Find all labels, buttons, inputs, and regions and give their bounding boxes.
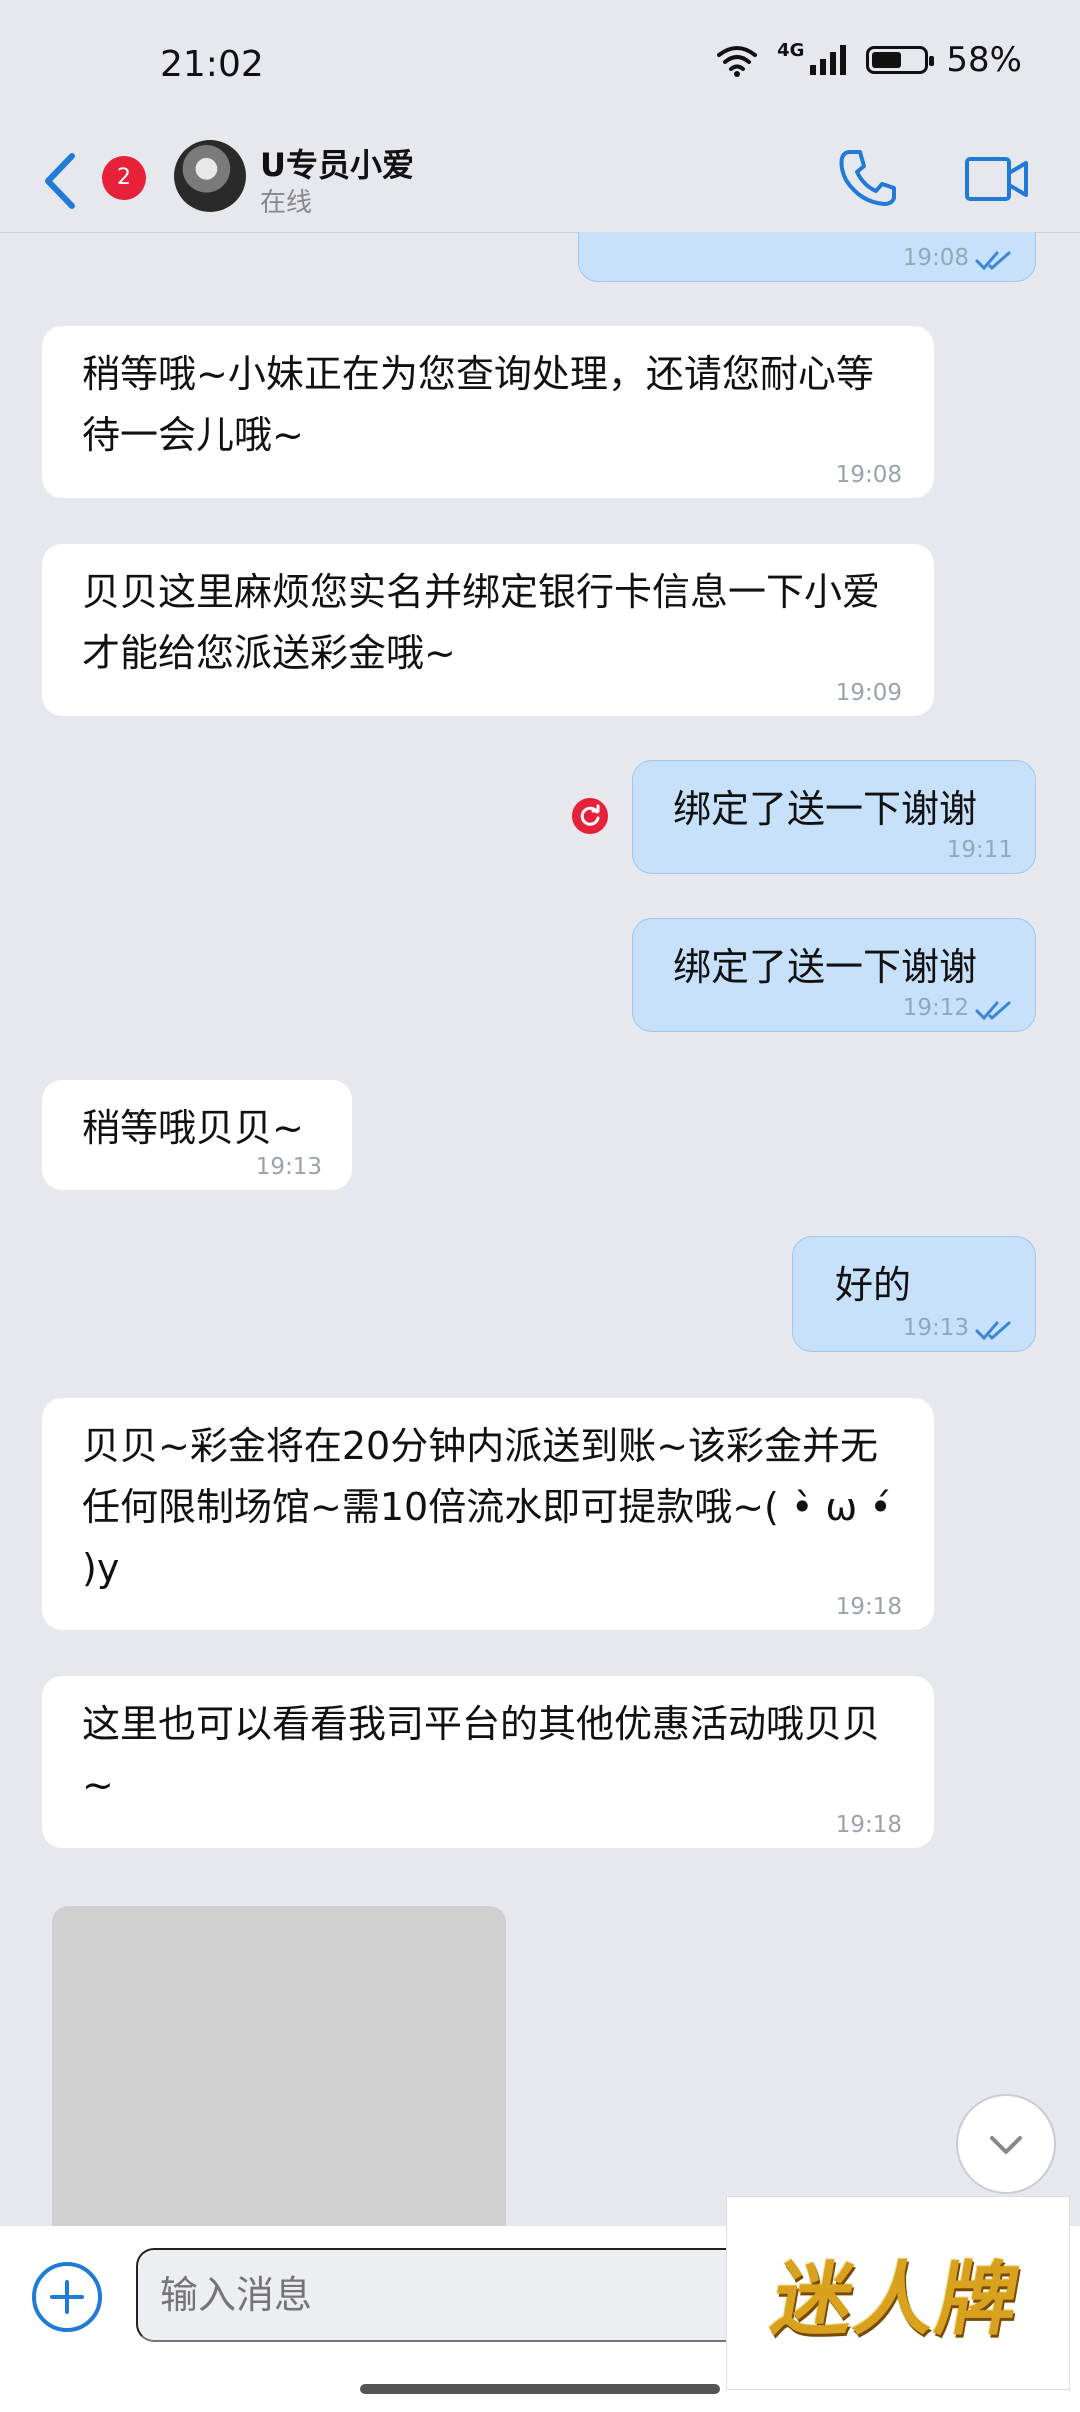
read-check-icon: [975, 1001, 1011, 1021]
message-time: 19:08: [835, 462, 902, 488]
message-text: 稍等哦贝贝~: [82, 1106, 304, 1150]
message-bubble-incoming[interactable]: 稍等哦~小妹正在为您查询处理，还请您耐心等待一会儿哦~ 19:08: [42, 326, 934, 498]
resend-failed-icon[interactable]: [572, 798, 608, 834]
message-time: 19:13: [902, 1315, 969, 1341]
message-time: 19:13: [255, 1154, 322, 1180]
chevron-down-icon: [990, 2136, 1022, 2154]
read-check-icon: [975, 251, 1011, 271]
message-text: 绑定了送一下谢谢: [673, 787, 978, 831]
message-bubble-outgoing[interactable]: 19:08: [578, 232, 1036, 282]
avatar[interactable]: [174, 140, 246, 212]
message-time: 19:08: [902, 245, 969, 271]
status-time: 21:02: [160, 44, 264, 85]
chat-header: 2 U专员小爱 在线: [0, 136, 1080, 233]
message-bubble-outgoing[interactable]: 绑定了送一下谢谢 19:12: [632, 918, 1036, 1032]
scroll-to-bottom-button[interactable]: [956, 2094, 1056, 2194]
message-time: 19:11: [946, 837, 1013, 863]
back-icon[interactable]: [36, 148, 86, 214]
signal-icon: [810, 45, 847, 75]
home-indicator[interactable]: [360, 2384, 720, 2394]
network-type: 4G: [777, 40, 805, 61]
message-text: 好的: [835, 1263, 912, 1307]
message-time: 19:18: [835, 1812, 902, 1838]
message-bubble-incoming[interactable]: 贝贝这里麻烦您实名并绑定银行卡信息一下小爱才能给您派送彩金哦~ 19:09: [42, 544, 934, 716]
message-list[interactable]: 19:08 稍等哦~小妹正在为您查询处理，还请您耐心等待一会儿哦~ 19:08 …: [0, 232, 1080, 2226]
video-call-icon[interactable]: [964, 154, 1030, 204]
message-text: 稍等哦~小妹正在为您查询处理，还请您耐心等待一会儿哦~: [82, 352, 874, 457]
message-time: 19:18: [835, 1594, 902, 1620]
message-text: 贝贝这里麻烦您实名并绑定银行卡信息一下小爱才能给您派送彩金哦~: [82, 570, 881, 675]
message-input[interactable]: [136, 2248, 776, 2342]
message-time: 19:09: [835, 680, 902, 706]
contact-status: 在线: [260, 188, 313, 218]
message-bubble-incoming[interactable]: 贝贝~彩金将在20分钟内派送到账~该彩金并无任何限制场馆~需10倍流水即可提款哦…: [42, 1398, 934, 1630]
add-attachment-icon[interactable]: [30, 2260, 104, 2334]
message-time: 19:12: [902, 995, 969, 1021]
phone-call-icon[interactable]: [836, 146, 900, 210]
message-text: 这里也可以看看我司平台的其他优惠活动哦贝贝~: [82, 1702, 881, 1807]
read-check-icon: [975, 1321, 1011, 1341]
watermark-text: 迷人牌: [765, 2252, 1029, 2346]
contact-name[interactable]: U专员小爱: [260, 140, 414, 186]
message-bubble-outgoing[interactable]: 好的 19:13: [792, 1236, 1036, 1352]
message-text: 贝贝~彩金将在20分钟内派送到账~该彩金并无任何限制场馆~需10倍流水即可提款哦…: [82, 1424, 892, 1590]
message-bubble-incoming[interactable]: 这里也可以看看我司平台的其他优惠活动哦贝贝~ 19:18: [42, 1676, 934, 1848]
status-icons: 4G 58%: [715, 40, 1022, 80]
battery-percent: 58%: [946, 40, 1022, 80]
message-text: 绑定了送一下谢谢: [673, 945, 978, 989]
battery-icon: [866, 46, 935, 74]
message-bubble-outgoing[interactable]: 绑定了送一下谢谢 19:11: [632, 760, 1036, 874]
unread-badge: 2: [102, 156, 146, 200]
watermark-logo: 迷人牌: [726, 2196, 1070, 2390]
wifi-icon: [717, 46, 758, 77]
status-bar: 21:02 4G 58%: [0, 0, 1080, 136]
image-message[interactable]: [52, 1906, 506, 2226]
message-bubble-incoming[interactable]: 稍等哦贝贝~ 19:13: [42, 1080, 352, 1190]
